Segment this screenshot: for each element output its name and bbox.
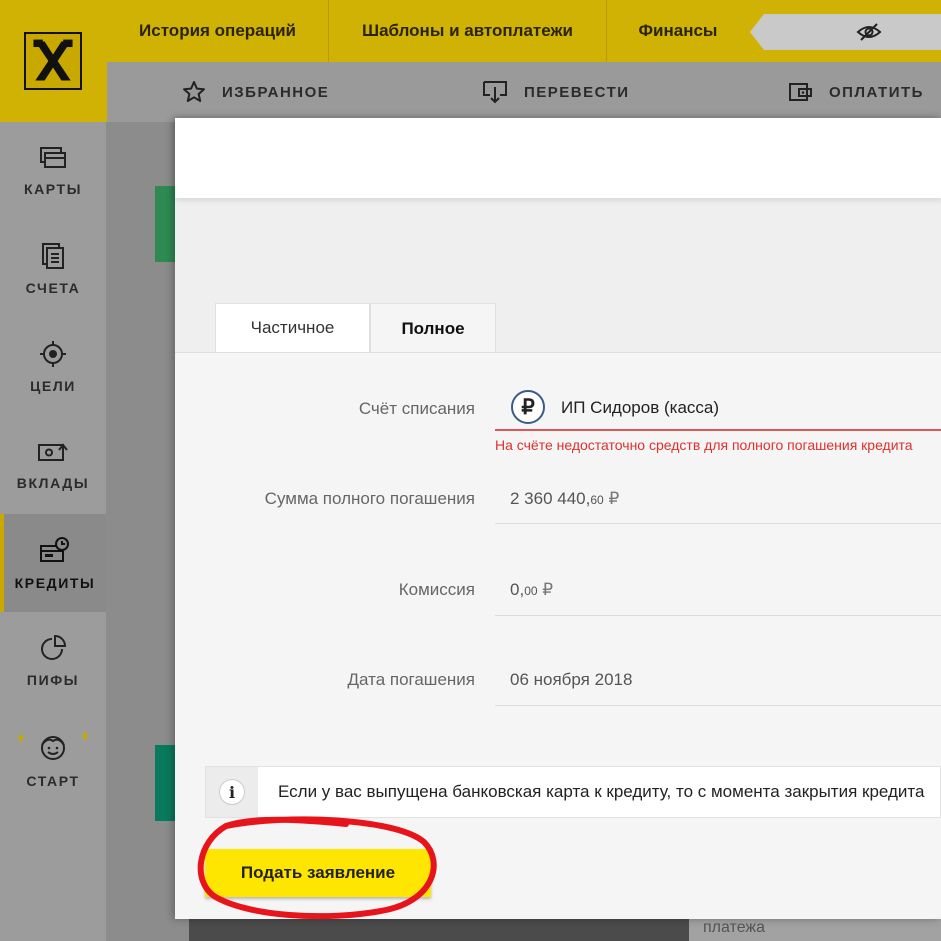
- bank-logo[interactable]: [24, 32, 82, 90]
- nav-history[interactable]: История операций: [107, 0, 329, 62]
- ruble-sign: ₽: [542, 580, 554, 599]
- deposits-icon: [38, 443, 68, 461]
- background-payment-text: платежа: [703, 919, 766, 936]
- account-label: Счёт списания: [358, 399, 475, 418]
- hide-balance-toggle[interactable]: [750, 14, 941, 50]
- divider: [495, 705, 941, 706]
- repayment-date-label: Дата погашения: [347, 670, 476, 689]
- favorites-button[interactable]: ИЗБРАННОЕ: [182, 62, 329, 122]
- cards-icon: [40, 147, 66, 168]
- divider: [495, 615, 941, 616]
- commission-value: 0,00 ₽: [510, 580, 553, 600]
- favorites-label: ИЗБРАННОЕ: [222, 83, 330, 101]
- sidebar-item-label: ВКЛАДЫ: [16, 475, 90, 491]
- sidebar-item-label: СЧЕТА: [25, 280, 81, 296]
- ruble-sign: ₽: [608, 489, 620, 508]
- full-amount-label: Сумма полного погашения: [264, 489, 475, 508]
- sidebar-item-accounts[interactable]: СЧЕТА: [0, 220, 106, 318]
- commission-fraction: 00: [524, 584, 538, 598]
- info-notice: i Если у вас выпущена банковская карта к…: [205, 766, 941, 818]
- repayment-modal: Частичное Полное Счёт списания ₽ ИП Сидо…: [175, 118, 941, 919]
- full-amount-integer: 2 360 440,: [510, 489, 591, 508]
- account-error-underline: [495, 429, 941, 431]
- sidebar-item-credits[interactable]: КРЕДИТЫ: [0, 514, 106, 612]
- background-image-strip: [189, 919, 689, 941]
- sidebar-item-goals[interactable]: ЦЕЛИ: [0, 318, 106, 416]
- ruble-icon: ₽: [511, 390, 545, 424]
- top-nav: История операций Шаблоны и автоплатежи Ф…: [107, 0, 749, 62]
- sidebar-item-label: СТАРТ: [26, 773, 80, 789]
- repayment-date-value: 06 ноября 2018: [510, 670, 633, 689]
- star-icon: [183, 81, 205, 102]
- commission-label: Комиссия: [398, 580, 475, 599]
- nav-finance[interactable]: Финансы: [607, 0, 749, 62]
- sidebar-item-label: ПИФЫ: [26, 672, 80, 688]
- logo-icon: [33, 39, 73, 81]
- eye-off-icon: [856, 23, 882, 41]
- info-icon-cell: i: [206, 767, 258, 817]
- sidebar-item-label: КРЕДИТЫ: [14, 575, 96, 591]
- smiley-face-icon: [16, 731, 90, 760]
- info-text: Если у вас выпущена банковская карта к к…: [278, 782, 925, 801]
- sidebar-item-start[interactable]: СТАРТ: [0, 710, 106, 808]
- quick-actions-bar: ИЗБРАННОЕ ПЕРЕВЕСТИ ОПЛАТИТЬ: [107, 62, 941, 122]
- full-amount-value: 2 360 440,60 ₽: [510, 489, 619, 509]
- pay-label: ОПЛАТИТЬ: [829, 83, 924, 101]
- top-navigation-bar: История операций Шаблоны и автоплатежи Ф…: [0, 0, 941, 62]
- credits-icon: [40, 537, 69, 562]
- full-amount-fraction: 60: [590, 493, 604, 507]
- submit-application-button[interactable]: Подать заявление: [205, 849, 431, 897]
- sidebar: КАРТЫ СЧЕТА ЦЕЛИ ВКЛАДЫ КРЕДИТЫ ПИФЫ СТА…: [0, 122, 106, 941]
- info-icon: i: [219, 779, 245, 805]
- tab-full[interactable]: Полное: [370, 303, 496, 353]
- pie-chart-icon: [41, 634, 67, 660]
- repayment-type-tabs: Частичное Полное: [215, 303, 496, 353]
- transfer-button[interactable]: ПЕРЕВЕСТИ: [482, 62, 630, 122]
- sidebar-item-label: КАРТЫ: [23, 181, 83, 197]
- accounts-icon: [42, 243, 64, 269]
- transfer-label: ПЕРЕВЕСТИ: [524, 83, 630, 101]
- account-error-message: На счёте недостаточно средств для полног…: [495, 437, 913, 453]
- transfer-icon: [483, 81, 507, 104]
- target-icon: [40, 341, 66, 367]
- pay-button[interactable]: ОПЛАТИТЬ: [787, 62, 924, 122]
- sidebar-item-label: ЦЕЛИ: [30, 378, 76, 394]
- modal-header: [175, 118, 941, 198]
- background-payment-panel: платежа: [689, 919, 941, 941]
- nav-templates[interactable]: Шаблоны и автоплатежи: [329, 0, 607, 62]
- sidebar-item-cards[interactable]: КАРТЫ: [0, 122, 106, 220]
- commission-integer: 0,: [510, 580, 525, 599]
- account-select[interactable]: ИП Сидоров (касса): [561, 398, 719, 418]
- sidebar-item-deposits[interactable]: ВКЛАДЫ: [0, 416, 106, 514]
- wallet-icon: [789, 83, 812, 101]
- divider: [495, 523, 941, 524]
- sidebar-item-funds[interactable]: ПИФЫ: [0, 612, 106, 710]
- logo-area: [0, 0, 107, 122]
- tab-partial[interactable]: Частичное: [215, 303, 370, 353]
